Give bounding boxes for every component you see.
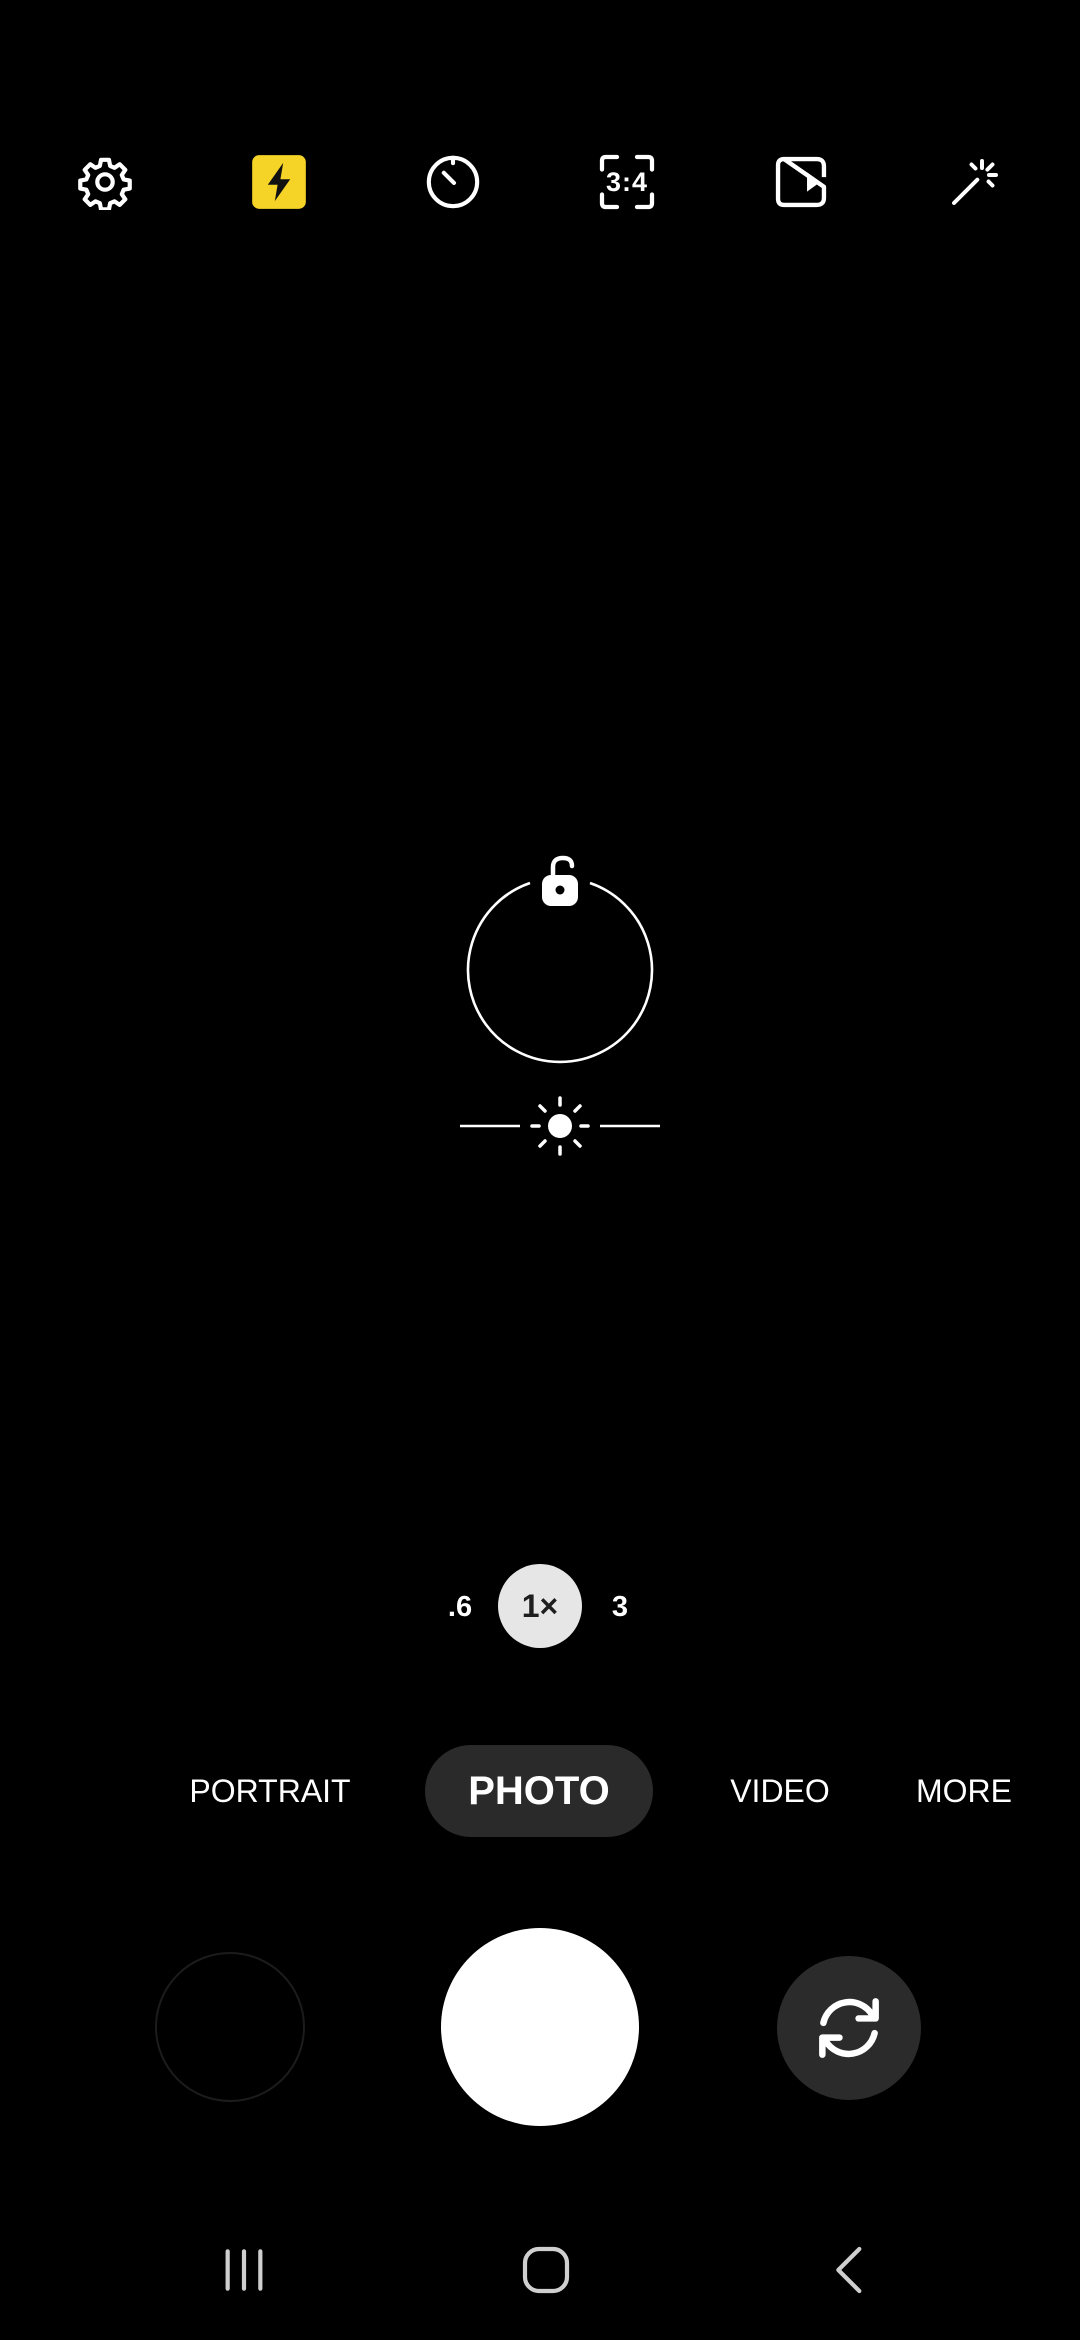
zoom-option-0.6[interactable]: .6	[430, 1564, 490, 1650]
recents-icon	[225, 2249, 263, 2291]
gallery-thumbnail[interactable]	[155, 1952, 305, 2102]
zoom-option-3[interactable]: 3	[590, 1564, 650, 1650]
zoom-selector: .6 1× 3	[410, 1564, 670, 1650]
shutter-button[interactable]	[441, 1928, 639, 2126]
mode-selector: PORTRAIT PHOTO VIDEO MORE	[0, 1745, 1080, 1837]
recents-button[interactable]	[204, 2230, 284, 2310]
effects-button[interactable]	[939, 146, 1011, 218]
flash-icon	[252, 155, 306, 209]
aspect-ratio-label: 3:4	[605, 166, 649, 197]
back-button[interactable]	[810, 2230, 890, 2310]
motion-photo-button[interactable]	[765, 146, 837, 218]
timer-button[interactable]	[417, 146, 489, 218]
motion-photo-icon	[775, 156, 827, 208]
camera-screen: 3:4 .6 1× 3 PORTRAIT PHOTO VIDEO MORE	[0, 0, 1080, 2340]
timer-icon	[426, 155, 480, 209]
sun-icon	[530, 1096, 590, 1156]
gear-icon	[78, 157, 132, 210]
mode-more[interactable]: MORE	[900, 1745, 1028, 1837]
exposure-slider[interactable]	[458, 1096, 662, 1156]
back-icon	[836, 2246, 862, 2294]
mode-video[interactable]: VIDEO	[710, 1745, 850, 1837]
settings-button[interactable]	[69, 146, 141, 218]
mode-portrait[interactable]: PORTRAIT	[180, 1745, 360, 1837]
zoom-option-1x[interactable]: 1×	[498, 1564, 582, 1648]
mode-photo[interactable]: PHOTO	[425, 1745, 653, 1837]
focus-indicator[interactable]	[458, 850, 662, 1170]
aspect-ratio-button[interactable]: 3:4	[591, 146, 663, 218]
unlocked-padlock-icon[interactable]	[542, 855, 578, 906]
home-icon	[522, 2246, 570, 2294]
flash-button[interactable]	[243, 146, 315, 218]
focus-ring	[466, 881, 654, 1064]
switch-camera-icon	[819, 1998, 879, 2058]
magic-wand-icon	[952, 159, 998, 205]
home-button[interactable]	[506, 2230, 586, 2310]
switch-camera-button[interactable]	[777, 1956, 921, 2100]
